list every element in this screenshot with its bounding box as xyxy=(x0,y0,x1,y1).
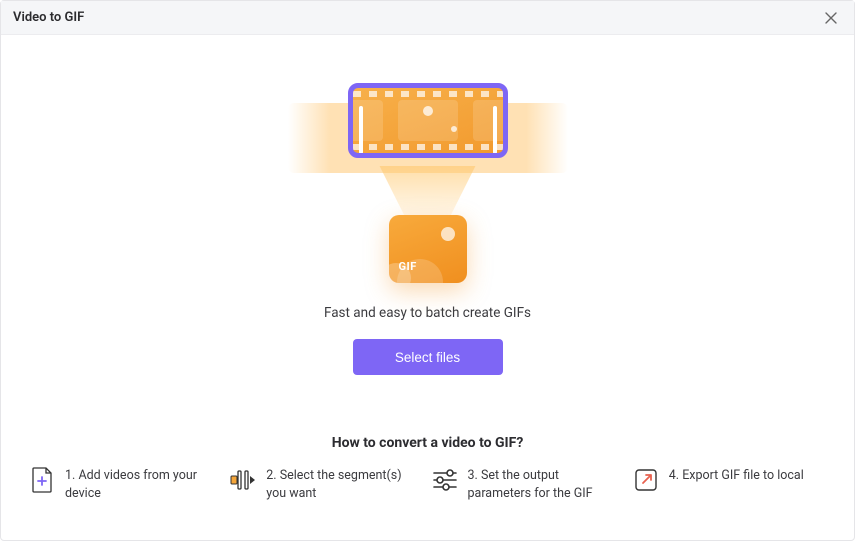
howto-section: How to convert a video to GIF? 1. Add vi… xyxy=(1,435,854,522)
step-1: 1. Add videos from your device xyxy=(29,467,222,502)
add-file-icon xyxy=(29,467,55,493)
select-files-button[interactable]: Select files xyxy=(353,339,503,375)
trim-icon xyxy=(230,467,256,493)
projection-beam xyxy=(368,166,488,219)
video-to-gif-window: Video to GIF GIF Fast xyxy=(0,0,855,541)
hero-illustration: GIF xyxy=(318,83,538,283)
close-button[interactable] xyxy=(820,7,842,29)
gif-card-icon: GIF xyxy=(389,215,467,283)
step-text: 1. Add videos from your device xyxy=(65,467,215,502)
step-text: 3. Set the output parameters for the GIF xyxy=(468,467,618,502)
window-title: Video to GIF xyxy=(13,10,820,25)
gif-label: GIF xyxy=(399,260,417,273)
sliders-icon xyxy=(432,467,458,493)
step-4: 4. Export GIF file to local xyxy=(633,467,826,502)
filmstrip-icon xyxy=(348,83,508,158)
titlebar: Video to GIF xyxy=(1,1,854,35)
howto-title: How to convert a video to GIF? xyxy=(29,435,826,451)
export-icon xyxy=(633,467,659,493)
close-icon xyxy=(825,12,837,24)
main-content: GIF Fast and easy to batch create GIFs S… xyxy=(1,35,854,540)
tagline-text: Fast and easy to batch create GIFs xyxy=(324,305,531,321)
step-2: 2. Select the segment(s) you want xyxy=(230,467,423,502)
steps-row: 1. Add videos from your device xyxy=(29,467,826,502)
step-3: 3. Set the output parameters for the GIF xyxy=(432,467,625,502)
step-text: 2. Select the segment(s) you want xyxy=(266,467,416,502)
step-text: 4. Export GIF file to local xyxy=(669,467,804,485)
